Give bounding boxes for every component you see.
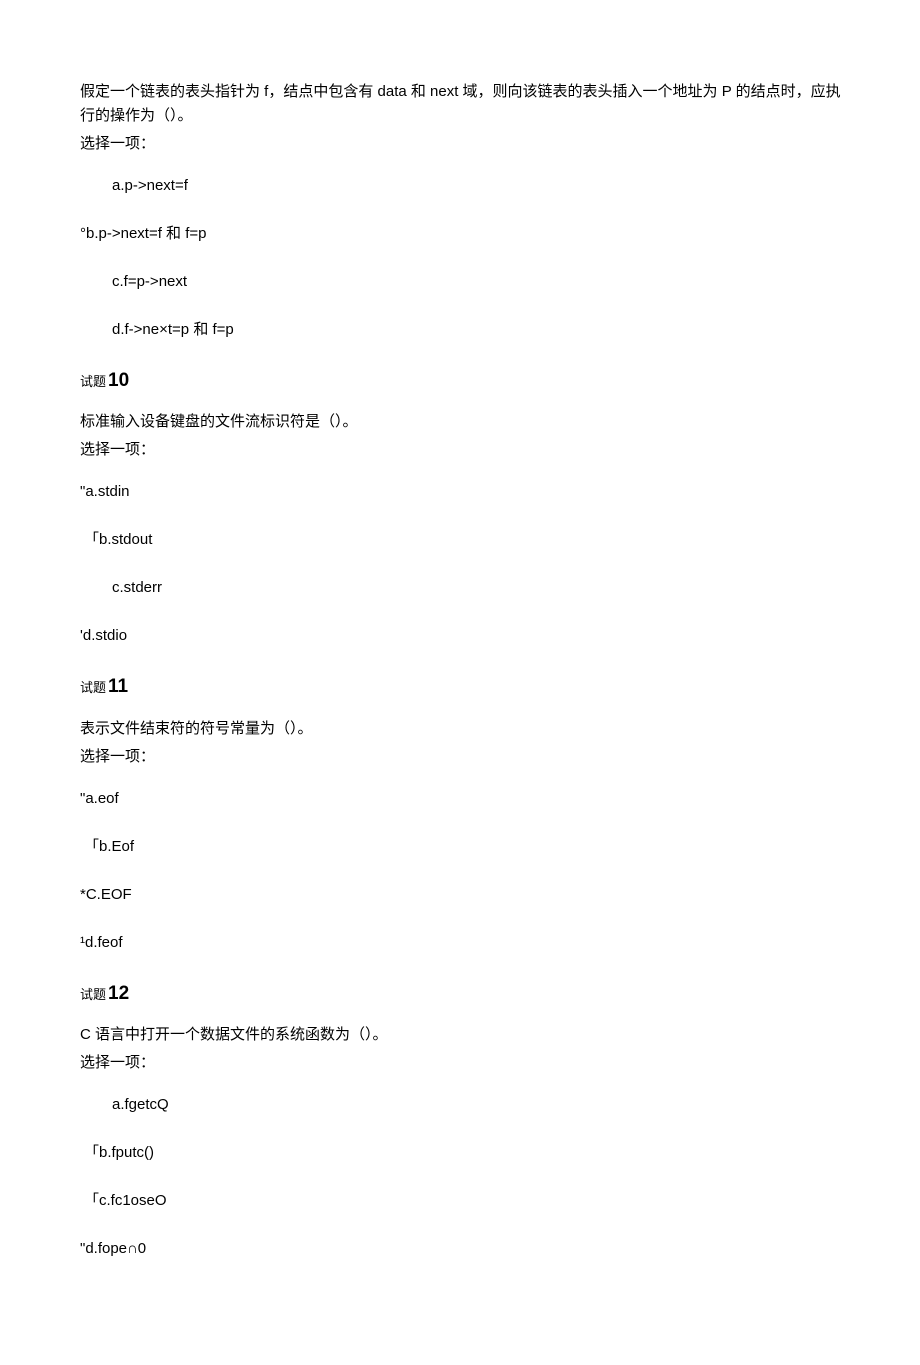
option-9-b[interactable]: °b.p->next=f 和 f=p xyxy=(80,222,848,246)
question-9-text: 假定一个链表的表头指针为 f，结点中包含有 data 和 next 域，则向该链… xyxy=(80,80,848,128)
question-10-block: 标准输入设备键盘的文件流标识符是（）。 选择一项： "a.stdin 「b.st… xyxy=(80,410,848,648)
question-10-text: 标准输入设备键盘的文件流标识符是（）。 xyxy=(80,410,848,434)
question-12-heading: 试题12 xyxy=(80,979,848,1009)
option-11-c[interactable]: *C.EOF xyxy=(80,883,848,907)
heading-num: 12 xyxy=(108,983,129,1004)
option-11-a[interactable]: "a.eof xyxy=(80,787,848,811)
question-11-select: 选择一项： xyxy=(80,745,848,769)
option-10-a[interactable]: "a.stdin xyxy=(80,480,848,504)
question-12-select: 选择一项： xyxy=(80,1051,848,1075)
question-10-options: "a.stdin 「b.stdout c.stderr 'd.stdio xyxy=(80,480,848,648)
question-12-text: C 语言中打开一个数据文件的系统函数为（）。 xyxy=(80,1023,848,1047)
question-11-block: 表示文件结束符的符号常量为（）。 选择一项： "a.eof 「b.Eof *C.… xyxy=(80,717,848,955)
question-11-options: "a.eof 「b.Eof *C.EOF ¹d.feof xyxy=(80,787,848,955)
option-9-d[interactable]: d.f->ne×t=p 和 f=p xyxy=(80,318,848,342)
option-9-a[interactable]: a.p->next=f xyxy=(80,174,848,198)
question-10-heading: 试题10 xyxy=(80,366,848,396)
question-9-block: 假定一个链表的表头指针为 f，结点中包含有 data 和 next 域，则向该链… xyxy=(80,80,848,342)
option-10-c[interactable]: c.stderr xyxy=(80,576,848,600)
option-12-d[interactable]: "d.fope∩0 xyxy=(80,1237,848,1261)
heading-num: 10 xyxy=(108,370,129,391)
option-10-d[interactable]: 'd.stdio xyxy=(80,624,848,648)
option-12-c[interactable]: 「c.fc1oseO xyxy=(80,1189,848,1213)
option-9-c[interactable]: c.f=p->next xyxy=(80,270,848,294)
question-11-text: 表示文件结束符的符号常量为（）。 xyxy=(80,717,848,741)
option-10-b[interactable]: 「b.stdout xyxy=(80,528,848,552)
option-12-b[interactable]: 「b.fputc() xyxy=(80,1141,848,1165)
question-12-block: C 语言中打开一个数据文件的系统函数为（）。 选择一项： a.fgetcQ 「b… xyxy=(80,1023,848,1261)
question-12-options: a.fgetcQ 「b.fputc() 「c.fc1oseO "d.fope∩0 xyxy=(80,1093,848,1261)
question-9-select: 选择一项： xyxy=(80,132,848,156)
heading-prefix: 试题 xyxy=(80,680,106,695)
option-11-b[interactable]: 「b.Eof xyxy=(80,835,848,859)
heading-prefix: 试题 xyxy=(80,374,106,389)
question-9-options: a.p->next=f °b.p->next=f 和 f=p c.f=p->ne… xyxy=(80,174,848,342)
heading-prefix: 试题 xyxy=(80,987,106,1002)
option-11-d[interactable]: ¹d.feof xyxy=(80,931,848,955)
heading-num: 11 xyxy=(108,676,128,697)
option-12-a[interactable]: a.fgetcQ xyxy=(80,1093,848,1117)
question-11-heading: 试题11 xyxy=(80,672,848,702)
question-10-select: 选择一项： xyxy=(80,438,848,462)
